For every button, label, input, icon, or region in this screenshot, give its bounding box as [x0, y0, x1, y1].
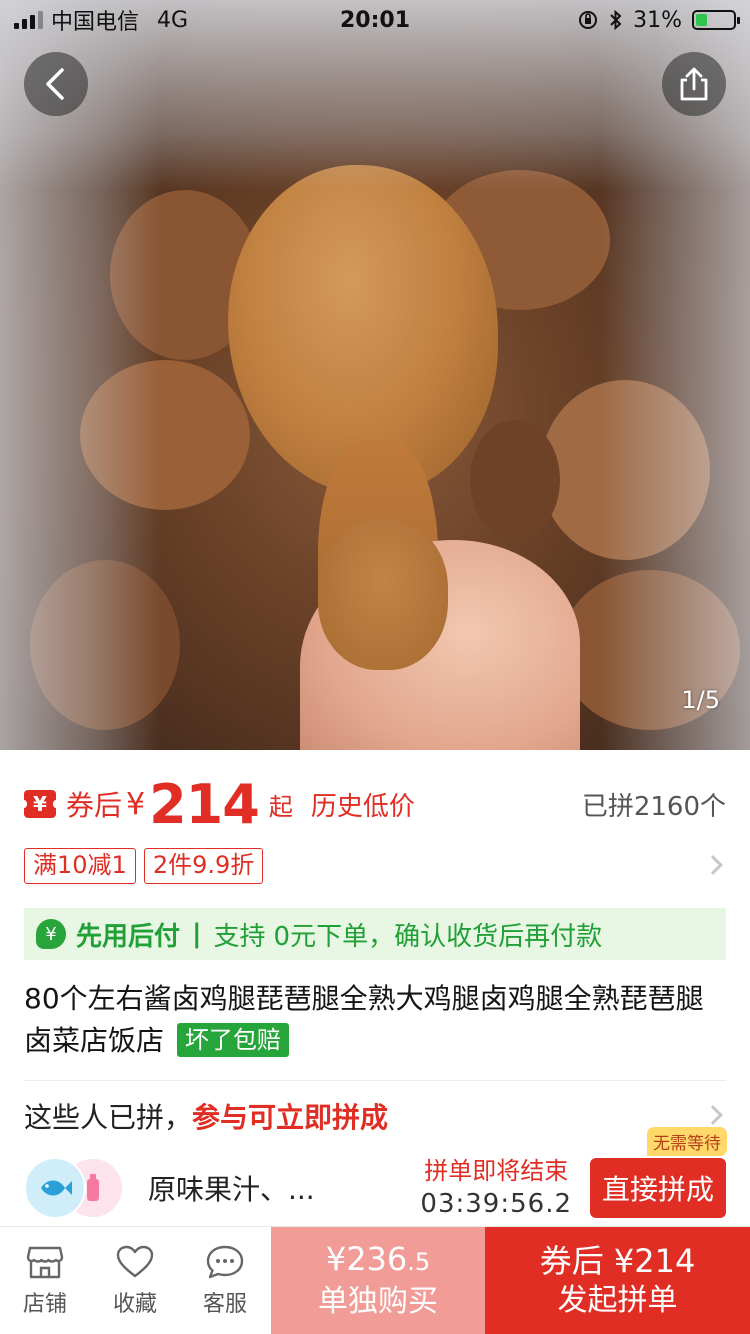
- price-row: ¥ 券后 ¥ 214 起 历史低价 已拼2160个: [21, 772, 726, 836]
- member-avatars: [24, 1155, 134, 1221]
- join-group-button[interactable]: 直接拼成 无需等待: [590, 1126, 728, 1218]
- price-currency: ¥: [126, 786, 146, 822]
- image-counter: 1/5: [681, 686, 720, 714]
- price-tag: 历史低价: [310, 791, 415, 822]
- battery-icon: [692, 10, 740, 30]
- held-drumstick-knuckle: [318, 520, 448, 670]
- bottom-action-bar: 店铺 收藏 客服 ¥236.5 单独购买 券后 ¥214 发起拼单: [0, 1226, 750, 1334]
- heart-icon: [116, 1245, 154, 1277]
- pay-after-icon: ¥: [36, 919, 66, 949]
- buy-solo-button[interactable]: ¥236.5 单独购买: [271, 1227, 485, 1334]
- store-icon: [26, 1246, 64, 1278]
- fish-icon: [41, 1180, 72, 1196]
- favorite-label: 收藏: [112, 1291, 157, 1317]
- no-wait-badge: 无需等待: [646, 1126, 728, 1157]
- coupon-icon: ¥: [21, 790, 59, 818]
- avatar: [24, 1157, 86, 1219]
- plastic-bag-right: [600, 0, 750, 750]
- timer-value: 03:39:56.2: [420, 1189, 572, 1219]
- store-label: 店铺: [22, 1291, 67, 1317]
- group-price: 券后 ¥214: [539, 1241, 696, 1280]
- back-button[interactable]: [24, 52, 88, 116]
- promo-row[interactable]: 满10减1 2件9.9折: [24, 847, 726, 885]
- price-amount: 214: [149, 772, 260, 836]
- product-title: 80个左右酱卤鸡腿琵琶腿全熟大鸡腿卤鸡腿全熟琵琶腿卤菜店饭店 坏了包赔: [24, 978, 726, 1062]
- price-label: 券后: [66, 789, 123, 822]
- group-member-name: 原味果汁、...: [148, 1173, 315, 1206]
- product-image[interactable]: [0, 0, 750, 750]
- store-button[interactable]: 店铺: [0, 1227, 90, 1334]
- chat-icon: [206, 1245, 244, 1278]
- bluetooth-icon: [610, 9, 622, 31]
- solo-price-decimal: .5: [407, 1248, 431, 1276]
- status-bar: 中国电信 4G 20:01 31%: [0, 0, 750, 40]
- group-header-accent: 参与可立即拼成: [192, 1101, 389, 1134]
- service-button[interactable]: 客服: [180, 1227, 270, 1334]
- pay-after-rest: 确认收货后再付款: [394, 921, 603, 952]
- network-label: 4G: [157, 7, 189, 33]
- pay-after-separator: |: [192, 919, 202, 949]
- pay-after-support: 支持: [213, 921, 266, 952]
- pay-after-zero: 0元下单，: [273, 921, 395, 952]
- group-row[interactable]: 原味果汁、... 拼单即将结束 03:39:56.2 直接拼成 无需等待: [24, 1126, 728, 1226]
- sold-count: 已拼2160个: [581, 791, 726, 822]
- drink-icon: [87, 1174, 99, 1201]
- orientation-lock-icon: [579, 11, 598, 29]
- pay-after-banner[interactable]: ¥ 先用后付 | 支持 0元下单， 确认收货后再付款: [24, 908, 726, 960]
- share-icon: [680, 67, 708, 101]
- promo-tag[interactable]: 满10减1: [24, 848, 136, 884]
- favorite-button[interactable]: 收藏: [90, 1227, 180, 1334]
- plastic-bag-left: [0, 0, 160, 750]
- timer-label: 拼单即将结束: [424, 1157, 569, 1185]
- group-header[interactable]: 这些人已拼， 参与可立即拼成: [24, 1094, 726, 1138]
- chevron-left-icon: [46, 68, 64, 100]
- pay-after-title: 先用后付: [76, 921, 181, 952]
- group-timer: 拼单即将结束 03:39:56.2: [420, 1155, 572, 1221]
- share-button[interactable]: [662, 52, 726, 116]
- signal-icon: [14, 11, 43, 29]
- drumstick-blob: [470, 420, 560, 540]
- battery-percent: 31%: [633, 7, 682, 33]
- group-header-text: 这些人已拼，: [24, 1101, 193, 1134]
- solo-label: 单独购买: [318, 1284, 438, 1319]
- product-title-text: 80个左右酱卤鸡腿琵琶腿全熟大鸡腿卤鸡腿全熟琵琶腿卤菜店饭店: [24, 982, 704, 1057]
- price-suffix: 起: [268, 792, 293, 821]
- divider: [24, 1080, 726, 1081]
- guarantee-badge: 坏了包赔: [176, 1023, 289, 1057]
- solo-price-main: ¥236: [325, 1240, 408, 1278]
- solo-price: ¥236.5: [326, 1239, 430, 1282]
- join-group-label: 直接拼成: [601, 1173, 714, 1206]
- promo-tag[interactable]: 2件9.9折: [143, 848, 264, 884]
- service-label: 客服: [202, 1291, 247, 1317]
- carrier-label: 中国电信: [51, 10, 140, 35]
- start-group-button[interactable]: 券后 ¥214 发起拼单: [485, 1227, 750, 1334]
- group-label: 发起拼单: [557, 1282, 678, 1318]
